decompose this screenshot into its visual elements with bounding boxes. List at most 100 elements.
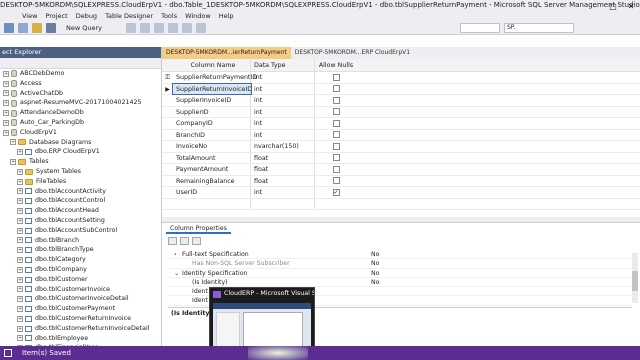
forward-icon[interactable]	[18, 22, 28, 33]
menu-item[interactable]: Project	[45, 12, 67, 21]
expand-icon[interactable]: +	[3, 100, 9, 107]
expand-icon[interactable]: +	[3, 80, 9, 87]
expand-icon[interactable]: +	[17, 208, 23, 215]
tree-item[interactable]: + dbo.tblBranchType	[0, 245, 161, 255]
tree-item[interactable]: + Access	[0, 79, 161, 89]
data-type-cell[interactable]: int	[251, 187, 315, 198]
menu-item[interactable]: Help	[219, 12, 234, 21]
row-selector-icon[interactable]: ▶	[162, 84, 173, 95]
tree-item[interactable]: + ActiveChatDb	[0, 89, 161, 99]
expand-icon[interactable]: +	[17, 266, 23, 273]
column-name-cell[interactable]: TotalAmount	[173, 152, 251, 163]
expand-icon[interactable]: +	[17, 296, 23, 303]
column-name-cell[interactable]: BranchID	[173, 129, 251, 140]
expand-icon[interactable]: +	[17, 257, 23, 264]
menu-item[interactable]: Tools	[161, 12, 177, 21]
expand-icon[interactable]: +	[3, 90, 9, 97]
property-row[interactable]: (Is Identity) No	[168, 278, 632, 288]
expand-icon[interactable]: +	[17, 227, 23, 234]
property-row[interactable]: Has Non-SQL Server Subscriber No	[168, 259, 632, 269]
column-name-cell[interactable]: SupplierInvoiceID	[173, 95, 251, 106]
tab-2[interactable]: DESKTOP-5MKORDM...ERP CloudErpV1	[290, 47, 415, 59]
expand-icon[interactable]: +	[17, 325, 23, 332]
property-value[interactable]	[368, 296, 371, 304]
primary-key-icon[interactable]: ⚿	[162, 72, 173, 83]
allow-nulls-checkbox[interactable]: ✓	[332, 188, 340, 196]
designer-row[interactable]: BranchID int	[162, 129, 640, 141]
allow-nulls-checkbox[interactable]	[332, 154, 340, 162]
column-properties-tab[interactable]: Column Properties	[166, 225, 231, 234]
tree-item[interactable]: + dbo.tblAccountActivity	[0, 187, 161, 197]
tree-item[interactable]: + dbo.ERP CloudErpV1	[0, 147, 161, 157]
expand-icon[interactable]: +	[17, 247, 23, 254]
expander-icon[interactable]: ›	[174, 250, 182, 259]
cut-icon[interactable]	[154, 22, 164, 33]
solution-dropdown[interactable]	[460, 22, 500, 33]
tree-item[interactable]: + ABCDebDemo	[0, 69, 161, 79]
tree-item[interactable]: + Database Diagrams	[0, 138, 161, 148]
property-pages-icon[interactable]	[192, 237, 201, 245]
categorized-icon[interactable]	[168, 237, 177, 245]
row-selector[interactable]	[162, 176, 173, 187]
expand-icon[interactable]: +	[17, 276, 23, 283]
allow-nulls-checkbox[interactable]	[332, 85, 340, 93]
property-row[interactable]: › Full-text Specification No	[168, 250, 632, 260]
data-type-cell[interactable]: int	[251, 72, 315, 83]
menu-item[interactable]: Table Designer	[105, 12, 153, 21]
designer-row[interactable]: TotalAmount float	[162, 152, 640, 164]
expand-icon[interactable]: +	[17, 335, 23, 342]
tree-item[interactable]: + dbo.tblCustomerInvoiceDetail	[0, 294, 161, 304]
column-name-cell[interactable]	[173, 198, 251, 209]
expand-icon[interactable]: +	[10, 139, 16, 146]
tree-item[interactable]: + FileTables	[0, 177, 161, 187]
data-type-cell[interactable]: int	[251, 95, 315, 106]
property-value[interactable]: No	[368, 259, 379, 267]
tree-item[interactable]: + AttendanceDemoDb	[0, 108, 161, 118]
designer-row[interactable]: SupplierInvoiceID int	[162, 95, 640, 107]
tree-item[interactable]: + dbo.tblBranch	[0, 236, 161, 246]
tree-item[interactable]: + dbo.tblCompany	[0, 265, 161, 275]
row-selector[interactable]	[162, 107, 173, 118]
allow-nulls-checkbox[interactable]	[332, 142, 340, 150]
property-value[interactable]	[368, 287, 371, 295]
paste-icon[interactable]	[182, 22, 192, 33]
data-type-cell[interactable]	[251, 198, 315, 209]
back-icon[interactable]	[4, 22, 14, 33]
allow-nulls-checkbox[interactable]	[332, 131, 340, 139]
allow-nulls-checkbox[interactable]	[332, 96, 340, 104]
expand-icon[interactable]: +	[3, 119, 9, 126]
property-value[interactable]: No	[368, 278, 379, 286]
column-name-cell[interactable]: SupplierReturnInvoiceID	[172, 82, 252, 95]
allow-nulls-checkbox[interactable]	[332, 119, 340, 127]
expand-icon[interactable]: +	[3, 70, 9, 77]
designer-row[interactable]: InvoiceNo nvarchar(150)	[162, 141, 640, 153]
expand-icon[interactable]: +	[17, 149, 23, 156]
execute-icon[interactable]	[126, 22, 136, 33]
copy-icon[interactable]	[168, 22, 178, 33]
allow-nulls-checkbox[interactable]	[332, 177, 340, 185]
tab-1[interactable]: DESKTOP-5MKORDM...ierReturnPayment	[162, 47, 291, 59]
properties-scrollbar[interactable]	[632, 253, 638, 303]
data-type-cell[interactable]: float	[251, 175, 315, 186]
tree-item[interactable]: + dbo.tblCustomerReturnInvoiceDetail	[0, 324, 161, 334]
expand-icon[interactable]: +	[17, 188, 23, 195]
row-selector[interactable]	[162, 118, 173, 129]
expand-icon[interactable]: +	[17, 237, 23, 244]
designer-row[interactable]: CompanyID int	[162, 118, 640, 130]
designer-row[interactable]: SupplierID int	[162, 106, 640, 118]
tree-item[interactable]: + dbo.tblAccountSubControl	[0, 226, 161, 236]
tree-item[interactable]: + Auto_Car_ParkingDb	[0, 118, 161, 128]
undo-icon[interactable]	[196, 22, 206, 33]
maximize-button[interactable]: □	[604, 0, 622, 12]
parse-icon[interactable]	[140, 22, 150, 33]
allow-nulls-checkbox[interactable]	[332, 73, 340, 81]
menu-item[interactable]: Window	[185, 12, 211, 21]
expand-icon[interactable]: +	[17, 178, 23, 185]
data-type-cell[interactable]: nvarchar(150)	[251, 141, 315, 152]
designer-row[interactable]: ▶ SupplierReturnInvoiceID int	[162, 82, 640, 95]
row-selector[interactable]	[162, 164, 173, 175]
tree-item[interactable]: + dbo.tblAccountHead	[0, 206, 161, 216]
designer-row[interactable]: UserID int ✓	[162, 187, 640, 199]
row-selector[interactable]	[162, 153, 173, 164]
menu-item[interactable]: Debug	[76, 12, 97, 21]
